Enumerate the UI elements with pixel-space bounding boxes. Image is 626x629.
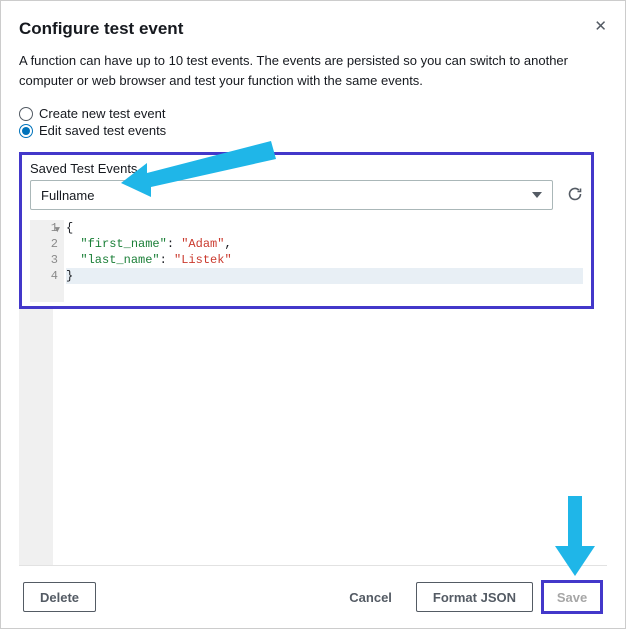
modal-description: A function can have up to 10 test events… — [19, 51, 607, 90]
json-editor[interactable]: 1▼ 2 3 4 { "first_name": "Adam", "last_n… — [30, 220, 583, 302]
code-text: "Listek" — [174, 253, 232, 267]
code-text: "Adam" — [181, 237, 224, 251]
saved-events-dropdown[interactable]: Fullname — [30, 180, 553, 210]
radio-label: Create new test event — [39, 106, 165, 121]
close-icon[interactable]: ✕ — [594, 19, 607, 34]
modal-header: Configure test event ✕ — [19, 19, 607, 51]
save-button-highlight: Save — [541, 580, 603, 614]
saved-events-label: Saved Test Events — [30, 161, 583, 176]
modal-title: Configure test event — [19, 19, 183, 39]
refresh-icon[interactable] — [567, 186, 583, 205]
code-text: "first_name" — [80, 237, 166, 251]
radio-create-new[interactable]: Create new test event — [19, 106, 607, 121]
delete-button[interactable]: Delete — [23, 582, 96, 612]
line-number: 2 — [51, 237, 58, 251]
saved-events-row: Fullname — [30, 180, 583, 210]
radio-label: Edit saved test events — [39, 123, 166, 138]
dropdown-value: Fullname — [41, 188, 94, 203]
configure-test-event-modal: Configure test event ✕ A function can ha… — [1, 1, 625, 628]
editor-body[interactable]: { "first_name": "Adam", "last_name": "Li… — [64, 220, 583, 302]
chevron-down-icon — [532, 192, 542, 198]
body-extended — [53, 309, 607, 565]
modal-footer: Delete Cancel Format JSON Save — [19, 565, 607, 628]
code-text: } — [66, 269, 73, 283]
line-number: 4 — [51, 269, 58, 283]
code-text: "last_name" — [80, 253, 159, 267]
editor-gutter: 1▼ 2 3 4 — [30, 220, 64, 302]
editor-extended — [19, 309, 607, 565]
format-json-button[interactable]: Format JSON — [416, 582, 533, 612]
save-button[interactable]: Save — [544, 583, 600, 611]
line-number: 3 — [51, 253, 58, 267]
editor-extended-area — [19, 309, 607, 565]
radio-icon — [19, 107, 33, 121]
gutter-extended — [19, 309, 53, 565]
event-mode-radio-group: Create new test event Edit saved test ev… — [19, 104, 607, 140]
radio-edit-saved[interactable]: Edit saved test events — [19, 123, 607, 138]
code-text: { — [66, 221, 73, 235]
cancel-button[interactable]: Cancel — [333, 582, 408, 612]
saved-events-section: Saved Test Events Fullname 1▼ 2 3 4 { — [19, 152, 594, 309]
radio-icon — [19, 124, 33, 138]
